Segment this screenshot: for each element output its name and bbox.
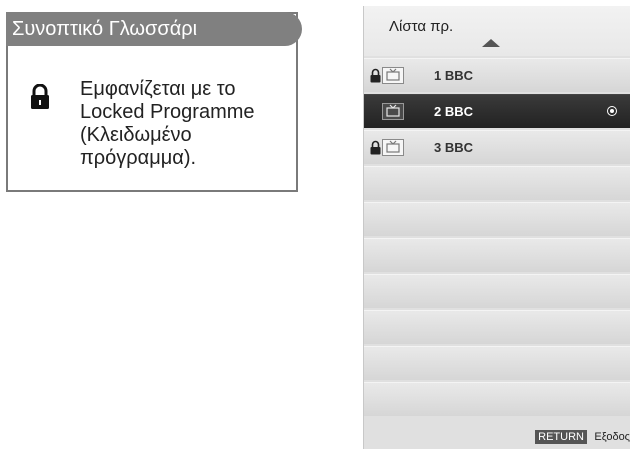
page: Συνοπτικό Γλωσσάρι Εμφανίζεται με το Loc… xyxy=(0,0,630,449)
empty-channel-row[interactable] xyxy=(364,166,630,200)
glossary-title: Συνοπτικό Γλωσσάρι xyxy=(6,12,302,46)
channel-row[interactable]: 2 BBC xyxy=(364,94,630,128)
empty-channel-row[interactable] xyxy=(364,202,630,236)
channel-list-header: Λίστα πρ. xyxy=(364,6,630,56)
channel-list: 1 BBC 2 BBC 3 BBC xyxy=(364,58,630,418)
selected-indicator-icon xyxy=(607,106,617,116)
exit-label: Εξοδος xyxy=(594,431,630,443)
channel-row[interactable]: 3 BBC xyxy=(364,130,630,164)
empty-channel-row[interactable] xyxy=(364,274,630,308)
tv-icon xyxy=(382,139,404,156)
tv-icon xyxy=(382,103,404,120)
lock-icon xyxy=(30,83,50,110)
return-key-badge[interactable]: RETURN xyxy=(535,430,587,444)
channel-name: 2 BBC xyxy=(434,104,474,119)
empty-channel-row[interactable] xyxy=(364,238,630,272)
glossary-description: Εμφανίζεται με το Locked Programme (Κλει… xyxy=(80,78,255,169)
channel-list-footer: RETURN Εξοδος xyxy=(364,425,630,449)
tv-icon xyxy=(382,67,404,84)
empty-channel-row[interactable] xyxy=(364,382,630,416)
channel-list-title: Λίστα πρ. xyxy=(389,18,454,35)
lock-icon xyxy=(370,68,381,83)
channel-list-panel: Λίστα πρ. 1 BBC 2 BBC 3 BBC RETURN Εξοδος xyxy=(363,6,630,449)
channel-row[interactable]: 1 BBC xyxy=(364,58,630,92)
lock-icon xyxy=(370,140,381,155)
empty-channel-row[interactable] xyxy=(364,310,630,344)
glossary-box: Συνοπτικό Γλωσσάρι Εμφανίζεται με το Loc… xyxy=(6,12,302,192)
channel-name: 3 BBC xyxy=(434,140,474,155)
scroll-up-arrow-icon[interactable] xyxy=(482,39,500,47)
empty-channel-row[interactable] xyxy=(364,346,630,380)
channel-name: 1 BBC xyxy=(434,68,474,83)
